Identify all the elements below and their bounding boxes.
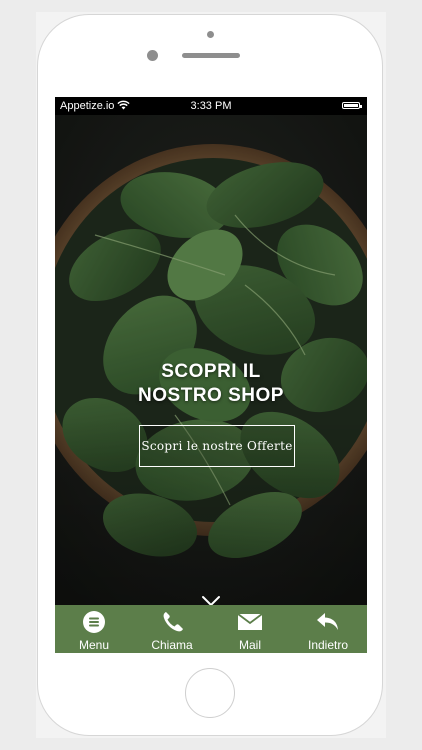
- hero-title-line2: NOSTRO SHOP: [138, 385, 284, 406]
- battery-icon: [342, 102, 362, 109]
- tab-back[interactable]: Indietro: [289, 605, 367, 653]
- app-screen: Appetize.io 3:33 PM SCOPRI IL NOSTRO SHO…: [55, 97, 367, 653]
- tab-menu[interactable]: Menu: [55, 605, 133, 653]
- home-button[interactable]: [185, 668, 235, 718]
- back-arrow-icon: [315, 610, 341, 634]
- front-camera: [207, 31, 214, 38]
- tab-menu-label: Menu: [78, 638, 110, 652]
- status-bar: Appetize.io 3:33 PM: [55, 97, 367, 115]
- tab-mail[interactable]: Mail: [211, 605, 289, 653]
- hero-title: SCOPRI IL NOSTRO SHOP: [55, 360, 367, 408]
- proximity-sensor: [147, 50, 158, 61]
- tab-call[interactable]: Chiama: [133, 605, 211, 653]
- menu-icon: [81, 610, 107, 634]
- hero-title-line1: SCOPRI IL: [161, 361, 261, 382]
- tab-mail-label: Mail: [238, 638, 261, 652]
- phone-icon: [159, 610, 185, 634]
- tab-call-label: Chiama: [151, 638, 193, 652]
- hero-banner: SCOPRI IL NOSTRO SHOP Scopri le nostre O…: [55, 115, 367, 607]
- bottom-tab-bar: Menu Chiama Mail Indietro: [55, 605, 367, 653]
- offers-button[interactable]: Scopri le nostre Offerte: [139, 425, 295, 467]
- mail-icon: [237, 610, 263, 634]
- tab-back-label: Indietro: [307, 638, 349, 652]
- clock: 3:33 PM: [190, 100, 232, 112]
- earpiece-speaker: [182, 53, 240, 58]
